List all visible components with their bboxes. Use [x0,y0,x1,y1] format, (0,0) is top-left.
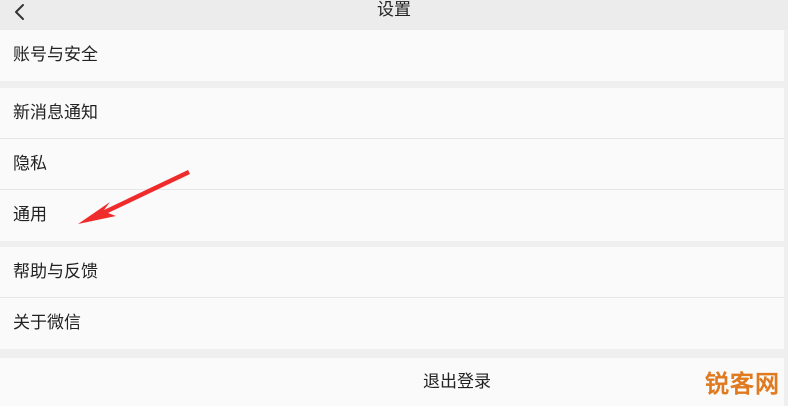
back-button[interactable] [6,0,34,24]
red-arrow-annotation-icon [78,170,190,224]
settings-screen: 设置 账号与安全 新消息通知 隐私 通用 帮助与反馈 关于微信 退出登录 锐客网 [0,0,788,406]
chevron-left-icon [15,4,24,20]
logout-button[interactable]: 退出登录 [0,358,784,406]
settings-group-about: 帮助与反馈 关于微信 [0,247,784,349]
logout-label: 退出登录 [423,372,491,392]
settings-group-account: 账号与安全 [0,30,784,81]
settings-item-notifications[interactable]: 新消息通知 [0,88,784,139]
top-navigation-bar: 设置 [0,0,788,30]
settings-item-account-security[interactable]: 账号与安全 [0,30,784,81]
settings-item-help-feedback[interactable]: 帮助与反馈 [0,247,784,298]
settings-item-about-wechat[interactable]: 关于微信 [0,298,784,349]
watermark-logo: 锐客网 [705,370,780,398]
page-title: 设置 [377,0,411,20]
